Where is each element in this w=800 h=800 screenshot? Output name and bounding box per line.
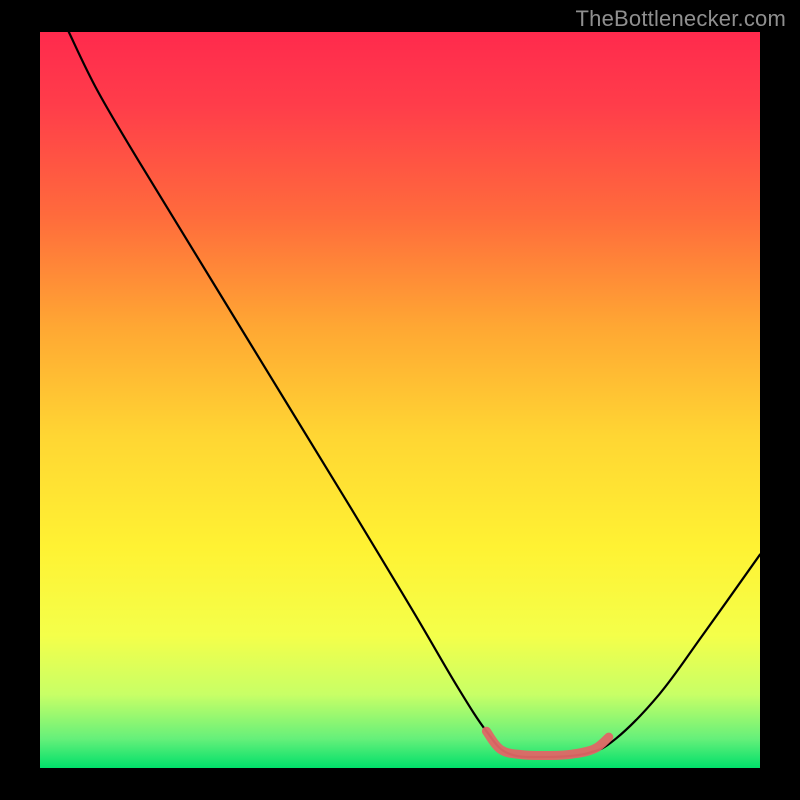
chart-frame: TheBottlenecker.com (0, 0, 800, 800)
watermark-text: TheBottlenecker.com (576, 6, 786, 32)
bottleneck-chart (40, 32, 760, 768)
plot-area (40, 32, 760, 768)
gradient-background (40, 32, 760, 768)
